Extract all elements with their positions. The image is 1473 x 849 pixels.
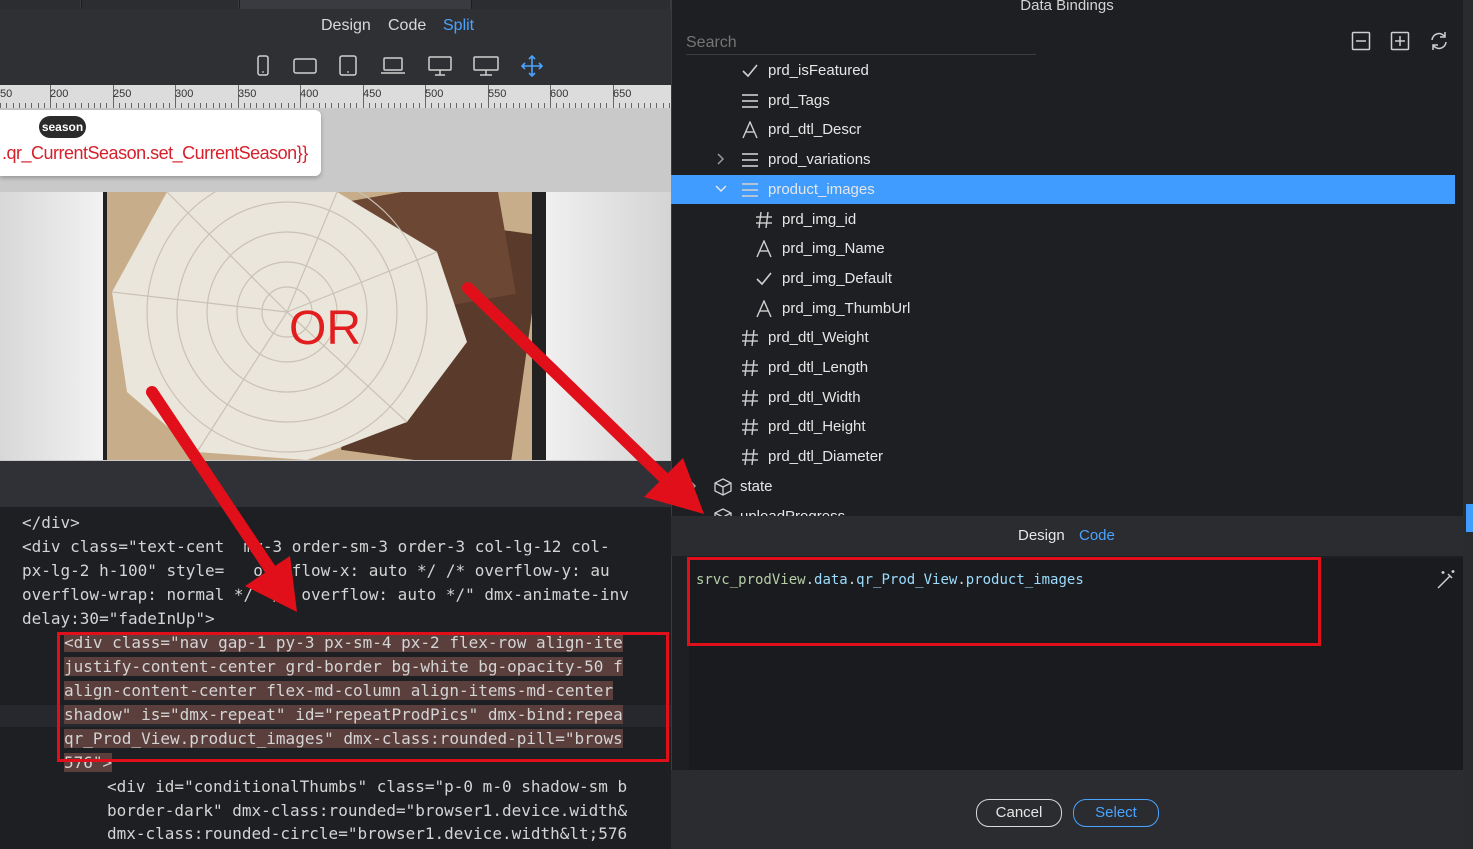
code-line: delay:30="fadeInUp"> [22, 609, 215, 628]
cancel-button[interactable]: Cancel [976, 799, 1062, 827]
tree-row-label: prd_img_Default [782, 269, 893, 287]
list-icon [742, 93, 758, 108]
tree-row-uploadprogress[interactable]: uploadProgress [671, 502, 1455, 517]
tree-row-prd-dtl-weight[interactable]: prd_dtl_Weight [671, 323, 1455, 352]
tree-row-product-images[interactable]: product_images [671, 174, 1455, 204]
expression-mode-bar: Design Code [671, 516, 1463, 556]
check-icon [756, 272, 772, 286]
tree-row-prd-dtl-descr[interactable]: prd_dtl_Descr [671, 115, 1455, 144]
tree-row-label: prd_img_id [782, 210, 857, 228]
tree-row-label: state [740, 477, 773, 495]
text-icon [756, 299, 772, 317]
tree-row-prd-dtl-diameter[interactable]: prd_dtl_Diameter [671, 442, 1455, 471]
tree-row-prd-dtl-height[interactable]: prd_dtl_Height [671, 412, 1455, 441]
number-icon [742, 389, 758, 406]
select-button[interactable]: Select [1073, 799, 1159, 827]
tree-row-prd-tags[interactable]: prd_Tags [671, 86, 1455, 115]
tree-row-prd-isfeatured[interactable]: prd_isFeatured [671, 56, 1455, 85]
cube-icon [714, 507, 732, 516]
tree-row-prd-img-thumburl[interactable]: prd_img_ThumbUrl [671, 294, 1455, 323]
code-line: <div class="text-cent my-3 order-sm-3 or… [22, 537, 610, 556]
tree-row-label: prd_img_ThumbUrl [782, 299, 911, 317]
tree-row-label: prd_dtl_Descr [768, 121, 862, 139]
text-icon [756, 240, 772, 258]
tree-row-label: prod_variations [768, 151, 871, 169]
number-icon [742, 449, 758, 466]
tree-row-prd-img-default[interactable]: prd_img_Default [671, 264, 1455, 293]
tree-row-label: prd_dtl_Height [768, 418, 866, 436]
list-icon [742, 182, 758, 197]
design-mode-tab[interactable]: Design [1018, 527, 1065, 544]
cube-icon [714, 478, 732, 496]
tree-row-label: prd_Tags [768, 91, 830, 109]
tree-row-prd-dtl-width[interactable]: prd_dtl_Width [671, 383, 1455, 412]
chevron-right-icon[interactable] [714, 152, 728, 166]
code-line: overflow-wrap: normal */ /* overflow: au… [22, 585, 629, 604]
chevron-down-icon[interactable] [714, 182, 728, 196]
code-annotation-box [57, 632, 669, 762]
tree-row-label: uploadProgress [740, 507, 846, 517]
tree-row-prd-dtl-length[interactable]: prd_dtl_Length [671, 353, 1455, 382]
number-icon [756, 211, 772, 228]
magic-wand-icon[interactable] [1435, 569, 1457, 591]
number-icon [742, 330, 758, 347]
number-icon [742, 359, 758, 377]
code-line: <div id="conditionalThumbs" class="p-0 m… [107, 777, 628, 796]
check-icon [742, 64, 758, 78]
tree-row-prd-img-id[interactable]: prd_img_id [671, 205, 1455, 234]
code-line: border-dark" dmx-class:rounded="browser1… [107, 801, 628, 820]
number-icon [742, 419, 758, 436]
tree-row-label: prd_dtl_Width [768, 388, 861, 406]
code-mode-tab[interactable]: Code [1079, 527, 1115, 544]
tree-row-label: prd_dtl_Length [768, 359, 869, 376]
dialog-footer [671, 770, 1463, 849]
text-icon [742, 121, 758, 139]
code-line: px-lg-2 h-100" style= overflow-x: auto *… [22, 561, 610, 580]
tree-row-label: prd_isFeatured [768, 62, 869, 79]
expression-annotation-box [687, 557, 1321, 646]
chevron-right-icon[interactable] [686, 479, 700, 493]
side-accent [1466, 504, 1473, 532]
list-icon [742, 153, 758, 167]
tree-row-prod-variations[interactable]: prod_variations [671, 145, 1455, 174]
tree-row-prd-img-name[interactable]: prd_img_Name [671, 234, 1455, 263]
tree-row-label: prd_dtl_Weight [768, 329, 869, 347]
code-line: dmx-class:rounded-circle="browser1.devic… [107, 824, 628, 843]
tree-row-state[interactable]: state [671, 472, 1455, 501]
right-side-strip [1463, 0, 1473, 849]
tree-row-label: prd_dtl_Diameter [768, 448, 884, 466]
tree-row-label: prd_img_Name [782, 240, 885, 258]
tree-row-label: product_images [768, 180, 875, 198]
